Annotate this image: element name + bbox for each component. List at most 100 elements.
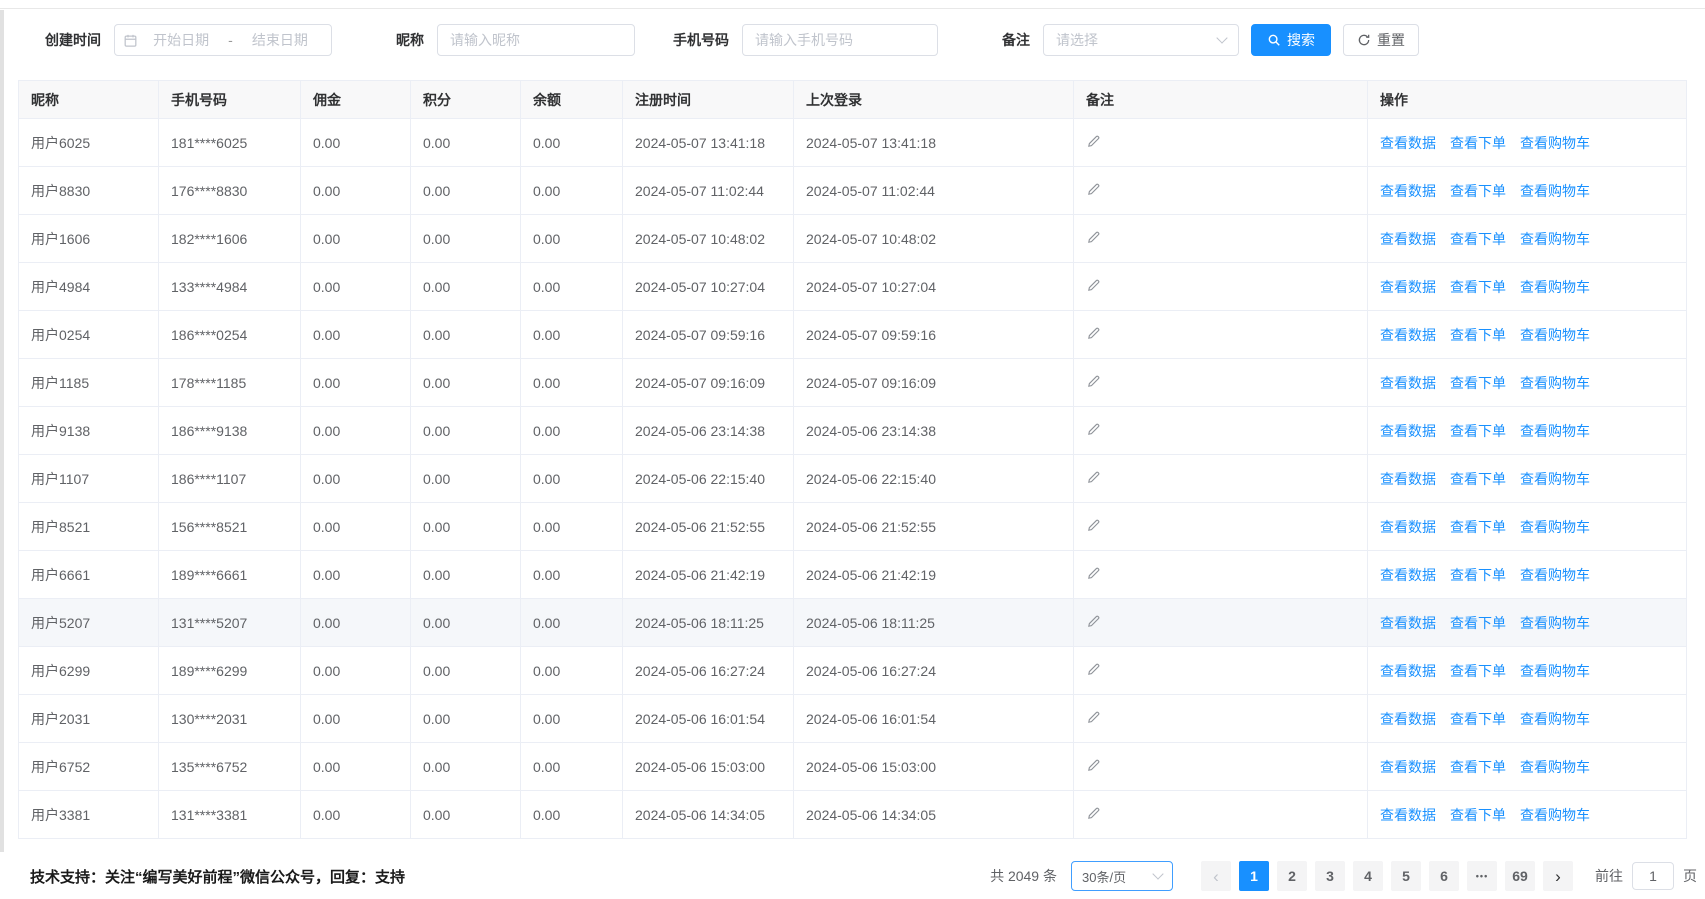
prev-page-button[interactable]: ‹ <box>1201 861 1231 891</box>
table-row: 用户6025181****60250.000.000.002024-05-07 … <box>19 119 1687 167</box>
edit-remark-icon[interactable] <box>1086 662 1101 677</box>
page-button-6[interactable]: 6 <box>1429 861 1459 891</box>
phone-input[interactable] <box>742 24 938 56</box>
commission-cell: 0.00 <box>301 167 411 215</box>
reset-button[interactable]: 重置 <box>1343 24 1419 56</box>
view-data-link[interactable]: 查看数据 <box>1380 567 1436 583</box>
view-cart-link[interactable]: 查看购物车 <box>1520 279 1590 295</box>
nickname-input[interactable] <box>437 24 635 56</box>
edit-remark-icon[interactable] <box>1086 614 1101 629</box>
view-orders-link[interactable]: 查看下单 <box>1450 135 1506 151</box>
balance-cell: 0.00 <box>521 551 623 599</box>
edit-remark-icon[interactable] <box>1086 806 1101 821</box>
edit-remark-icon[interactable] <box>1086 566 1101 581</box>
view-data-link[interactable]: 查看数据 <box>1380 279 1436 295</box>
edit-remark-icon[interactable] <box>1086 326 1101 341</box>
page-button-3[interactable]: 3 <box>1315 861 1345 891</box>
edit-remark-icon[interactable] <box>1086 470 1101 485</box>
view-orders-link[interactable]: 查看下单 <box>1450 375 1506 391</box>
view-data-link[interactable]: 查看数据 <box>1380 231 1436 247</box>
balance-cell: 0.00 <box>521 599 623 647</box>
edit-remark-icon[interactable] <box>1086 278 1101 293</box>
edit-remark-icon[interactable] <box>1086 758 1101 773</box>
commission-cell: 0.00 <box>301 503 411 551</box>
nickname-cell: 用户6661 <box>19 551 159 599</box>
phone-cell: 186****9138 <box>159 407 301 455</box>
view-cart-link[interactable]: 查看购物车 <box>1520 231 1590 247</box>
view-orders-link[interactable]: 查看下单 <box>1450 807 1506 823</box>
next-page-button[interactable]: › <box>1543 861 1573 891</box>
view-cart-link[interactable]: 查看购物车 <box>1520 375 1590 391</box>
edit-remark-icon[interactable] <box>1086 182 1101 197</box>
page-button-69[interactable]: 69 <box>1505 861 1535 891</box>
view-orders-link[interactable]: 查看下单 <box>1450 183 1506 199</box>
view-data-link[interactable]: 查看数据 <box>1380 519 1436 535</box>
view-cart-link[interactable]: 查看购物车 <box>1520 327 1590 343</box>
edit-remark-icon[interactable] <box>1086 230 1101 245</box>
view-data-link[interactable]: 查看数据 <box>1380 615 1436 631</box>
last-login-cell: 2024-05-06 23:14:38 <box>794 407 1074 455</box>
view-data-link[interactable]: 查看数据 <box>1380 183 1436 199</box>
actions-cell: 查看数据查看下单查看购物车 <box>1368 167 1687 215</box>
view-orders-link[interactable]: 查看下单 <box>1450 615 1506 631</box>
pagination: 共 2049 条 30条/页 ‹ 123456•••69 › 前往 页 <box>990 861 1697 891</box>
view-data-link[interactable]: 查看数据 <box>1380 807 1436 823</box>
view-cart-link[interactable]: 查看购物车 <box>1520 807 1590 823</box>
balance-cell: 0.00 <box>521 791 623 839</box>
view-orders-link[interactable]: 查看下单 <box>1450 759 1506 775</box>
table-row: 用户8830176****88300.000.000.002024-05-07 … <box>19 167 1687 215</box>
view-data-link[interactable]: 查看数据 <box>1380 471 1436 487</box>
view-orders-link[interactable]: 查看下单 <box>1450 711 1506 727</box>
view-data-link[interactable]: 查看数据 <box>1380 135 1436 151</box>
view-orders-link[interactable]: 查看下单 <box>1450 471 1506 487</box>
page-ellipsis-button[interactable]: ••• <box>1467 861 1497 891</box>
view-cart-link[interactable]: 查看购物车 <box>1520 615 1590 631</box>
refresh-icon <box>1357 33 1371 47</box>
view-cart-link[interactable]: 查看购物车 <box>1520 183 1590 199</box>
balance-cell: 0.00 <box>521 359 623 407</box>
view-orders-link[interactable]: 查看下单 <box>1450 519 1506 535</box>
view-orders-link[interactable]: 查看下单 <box>1450 231 1506 247</box>
search-button[interactable]: 搜索 <box>1251 24 1331 56</box>
end-date-input[interactable] <box>237 31 323 49</box>
view-orders-link[interactable]: 查看下单 <box>1450 423 1506 439</box>
view-cart-link[interactable]: 查看购物车 <box>1520 663 1590 679</box>
view-cart-link[interactable]: 查看购物车 <box>1520 519 1590 535</box>
edit-remark-icon[interactable] <box>1086 374 1101 389</box>
view-orders-link[interactable]: 查看下单 <box>1450 567 1506 583</box>
view-cart-link[interactable]: 查看购物车 <box>1520 759 1590 775</box>
balance-cell: 0.00 <box>521 263 623 311</box>
page-button-4[interactable]: 4 <box>1353 861 1383 891</box>
last-login-cell: 2024-05-06 16:27:24 <box>794 647 1074 695</box>
view-cart-link[interactable]: 查看购物车 <box>1520 567 1590 583</box>
view-cart-link[interactable]: 查看购物车 <box>1520 135 1590 151</box>
view-data-link[interactable]: 查看数据 <box>1380 423 1436 439</box>
edit-remark-icon[interactable] <box>1086 422 1101 437</box>
goto-page-input[interactable] <box>1632 862 1674 890</box>
left-scrollbar[interactable] <box>0 10 4 852</box>
view-data-link[interactable]: 查看数据 <box>1380 663 1436 679</box>
view-cart-link[interactable]: 查看购物车 <box>1520 471 1590 487</box>
view-data-link[interactable]: 查看数据 <box>1380 759 1436 775</box>
page-button-5[interactable]: 5 <box>1391 861 1421 891</box>
search-button-label: 搜索 <box>1287 30 1315 50</box>
view-data-link[interactable]: 查看数据 <box>1380 711 1436 727</box>
view-orders-link[interactable]: 查看下单 <box>1450 663 1506 679</box>
remark-select[interactable]: 请选择 <box>1043 24 1239 56</box>
view-data-link[interactable]: 查看数据 <box>1380 375 1436 391</box>
page-button-1[interactable]: 1 <box>1239 861 1269 891</box>
view-data-link[interactable]: 查看数据 <box>1380 327 1436 343</box>
edit-remark-icon[interactable] <box>1086 518 1101 533</box>
view-cart-link[interactable]: 查看购物车 <box>1520 711 1590 727</box>
page-button-2[interactable]: 2 <box>1277 861 1307 891</box>
view-orders-link[interactable]: 查看下单 <box>1450 279 1506 295</box>
view-cart-link[interactable]: 查看购物车 <box>1520 423 1590 439</box>
edit-remark-icon[interactable] <box>1086 134 1101 149</box>
edit-remark-icon[interactable] <box>1086 710 1101 725</box>
reset-button-label: 重置 <box>1377 30 1405 50</box>
registered-cell: 2024-05-07 09:16:09 <box>623 359 794 407</box>
start-date-input[interactable] <box>138 31 224 49</box>
view-orders-link[interactable]: 查看下单 <box>1450 327 1506 343</box>
date-range-picker[interactable]: - <box>114 24 332 56</box>
page-size-select[interactable]: 30条/页 <box>1071 861 1173 891</box>
